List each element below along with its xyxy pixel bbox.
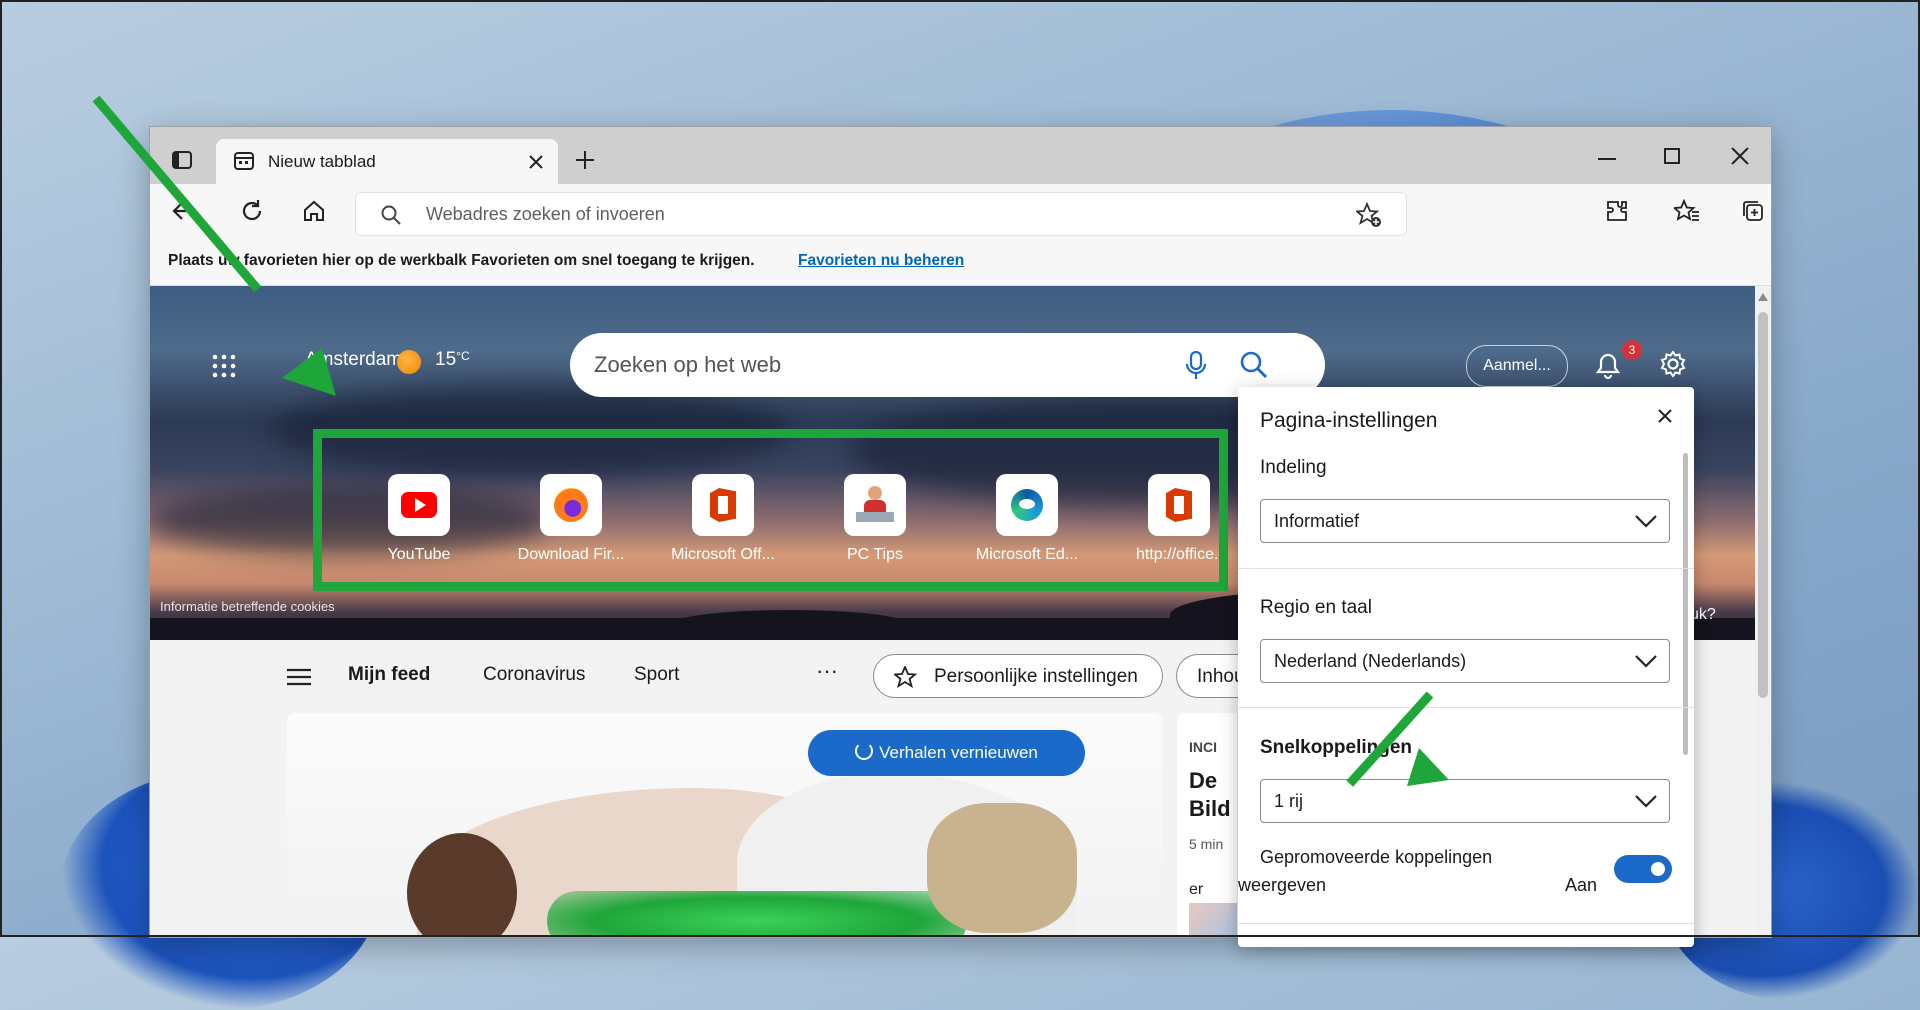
shortcuts-rows-select[interactable]: 1 rij — [1260, 779, 1670, 823]
app-launcher-icon[interactable] — [212, 354, 236, 378]
divider — [1238, 707, 1694, 708]
favorites-bar: Plaats uw favorieten hier op de werkbalk… — [150, 240, 1771, 286]
search-icon — [381, 205, 401, 225]
nav-sport[interactable]: Sport — [634, 664, 679, 686]
card-title-line-1: De — [1189, 768, 1218, 793]
refresh-icon[interactable] — [240, 199, 264, 223]
hamburger-menu-icon[interactable] — [287, 668, 311, 686]
notifications-bell-icon[interactable] — [1594, 350, 1622, 380]
chevron-down-icon — [1635, 515, 1657, 528]
layout-value: Informatief — [1274, 511, 1360, 531]
tab-actions-icon[interactable] — [172, 151, 192, 169]
home-icon[interactable] — [302, 199, 326, 223]
temp-value: 15 — [435, 349, 457, 370]
maximize-icon[interactable] — [1664, 148, 1680, 164]
add-favorite-icon[interactable] — [1356, 202, 1382, 228]
new-tab-icon[interactable] — [575, 150, 595, 170]
page-settings-gear-icon[interactable] — [1659, 350, 1687, 378]
promoted-links-toggle[interactable] — [1614, 855, 1672, 883]
microphone-icon[interactable] — [1186, 351, 1206, 381]
sign-in-button[interactable]: Aanmel... — [1466, 345, 1568, 387]
search-submit-icon[interactable] — [1240, 351, 1268, 379]
tab-title: Nieuw tabblad — [268, 152, 376, 171]
sun-icon — [397, 350, 421, 374]
cookie-info-link[interactable]: Informatie betreffende cookies — [160, 599, 335, 614]
promoted-links-label-1: Gepromoveerde koppelingen — [1260, 847, 1493, 867]
layout-heading: Indeling — [1260, 457, 1327, 478]
region-heading: Regio en taal — [1260, 597, 1372, 618]
nav-my-feed[interactable]: Mijn feed — [348, 664, 430, 686]
annotation-arrowhead — [282, 348, 336, 396]
promoted-links-label-2: weergeven — [1238, 875, 1327, 895]
navigation-toolbar: Webadres zoeken of invoeren — [150, 184, 1771, 240]
shortcuts-rows-value: 1 rij — [1274, 791, 1304, 811]
minimize-icon[interactable] — [1598, 158, 1616, 160]
extensions-icon[interactable] — [1605, 199, 1629, 223]
more-options-icon[interactable]: ··· — [816, 658, 838, 684]
page-settings-panel: Pagina-instellingen Indeling Informatief… — [1238, 387, 1694, 947]
scrollbar-thumb[interactable] — [1758, 312, 1768, 698]
card-map-thumbnail — [1189, 903, 1237, 937]
web-search-box[interactable]: Zoeken op het web — [570, 333, 1325, 397]
scroll-up-icon[interactable] — [1758, 293, 1768, 301]
promoted-links-state: Aan — [1565, 875, 1598, 895]
nav-coronavirus[interactable]: Coronavirus — [483, 664, 585, 686]
temp-unit: °C — [456, 349, 470, 363]
chevron-down-icon — [1635, 655, 1657, 668]
refresh-spinner-icon — [855, 742, 874, 760]
card-title-line-2: Bild — [1189, 796, 1231, 821]
weather-temperature[interactable]: 15°C — [435, 349, 470, 371]
card-kicker: INCI — [1189, 739, 1217, 755]
tab-new-tab[interactable]: Nieuw tabblad — [216, 139, 558, 184]
divider — [1238, 923, 1694, 924]
region-select[interactable]: Nederland (Nederlands) — [1260, 639, 1670, 683]
address-placeholder: Webadres zoeken of invoeren — [426, 204, 665, 224]
personalize-button[interactable]: Persoonlijke instellingen — [873, 654, 1163, 698]
tab-strip: Nieuw tabblad — [150, 127, 1771, 184]
web-search-placeholder: Zoeken op het web — [594, 352, 782, 377]
card-fragment: er — [1189, 881, 1204, 898]
page-scrollbar[interactable] — [1755, 286, 1771, 937]
refresh-label: Verhalen vernieuwen — [879, 743, 1038, 762]
new-tab-page-icon — [234, 152, 254, 170]
feed-card-main[interactable]: Verhalen vernieuwen — [287, 713, 1162, 937]
close-panel-icon[interactable] — [1658, 409, 1672, 423]
panel-scrollbar[interactable] — [1683, 453, 1688, 755]
favorites-icon[interactable] — [1674, 199, 1700, 223]
panel-title: Pagina-instellingen — [1260, 409, 1438, 432]
personalize-label: Persoonlijke instellingen — [934, 666, 1138, 687]
layout-select[interactable]: Informatief — [1260, 499, 1670, 543]
personalize-star-icon — [894, 666, 918, 688]
region-value: Nederland (Nederlands) — [1274, 651, 1467, 671]
favorites-bar-hint: Plaats uw favorieten hier op de werkbalk… — [168, 252, 755, 269]
card-meta: 5 min — [1189, 836, 1224, 852]
address-bar[interactable]: Webadres zoeken of invoeren — [355, 192, 1407, 236]
close-tab-icon[interactable] — [529, 155, 543, 169]
close-window-icon[interactable] — [1731, 147, 1749, 165]
notification-badge: 3 — [1622, 340, 1642, 360]
manage-favorites-link[interactable]: Favorieten nu beheren — [798, 252, 964, 270]
collections-icon[interactable] — [1741, 199, 1765, 223]
annotation-arrowhead-2 — [1407, 748, 1449, 786]
refresh-stories-button[interactable]: Verhalen vernieuwen — [808, 730, 1085, 776]
chevron-down-icon — [1635, 795, 1657, 808]
feed-card-side[interactable]: INCI De Bild 5 min er — [1177, 713, 1237, 937]
divider — [1238, 568, 1694, 569]
annotation-highlight-box — [313, 429, 1228, 591]
